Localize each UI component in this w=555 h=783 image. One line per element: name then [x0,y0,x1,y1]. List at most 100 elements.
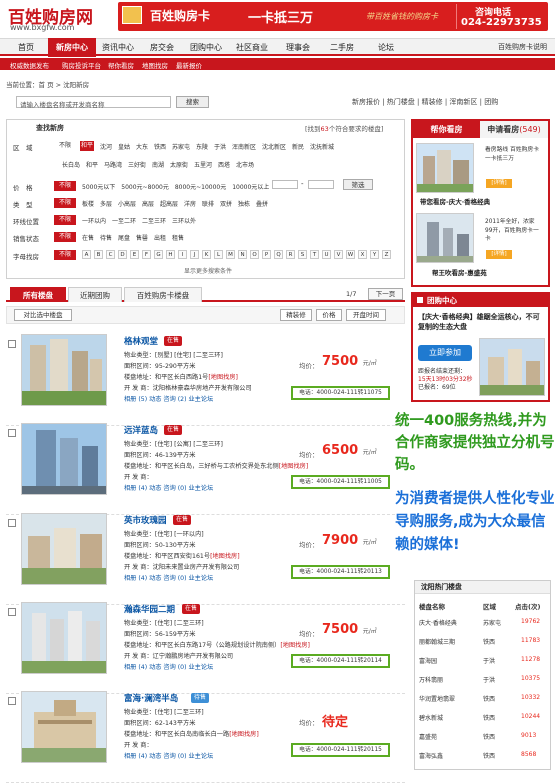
letter-z[interactable]: Z [382,250,391,259]
subnav-complaint[interactable]: 购房投诉平台 [62,60,101,70]
viewing-caption-2[interactable]: 帮王吹看房-惠盛苑 [432,267,487,277]
letter-w[interactable]: W [346,250,355,259]
letter-s[interactable]: S [298,250,307,259]
nav-item-newhouse[interactable]: 新房中心 [48,38,96,57]
listing-checkbox[interactable] [8,697,16,705]
nav-item-groupbuy[interactable]: 团购中心 [190,42,222,53]
search-button[interactable]: 搜索 [176,96,209,108]
nav-item-home[interactable]: 首页 [18,42,34,53]
search-input[interactable]: 请输入楼盘名称或开发商名称 [16,96,171,109]
groupbuy-image[interactable] [479,338,545,396]
letter-q[interactable]: Q [274,250,283,259]
price-max-input[interactable] [308,180,334,189]
tab-groupbuy[interactable]: 近期团购 [68,287,122,302]
sort-open-date[interactable]: 开盘时间 [346,309,386,321]
listing-image[interactable] [21,691,107,763]
next-page-button[interactable]: 下一页 [368,288,403,300]
filter-ring-options[interactable]: 一环以内 一至二环 二至三环 三环以外 [82,216,196,225]
sort-price[interactable]: 价格 [316,309,342,321]
viewing-image-2[interactable] [416,213,474,263]
map-link[interactable]: [地图找房] [229,731,259,738]
letter-m[interactable]: M [226,250,235,259]
map-link[interactable]: [地图找房] [279,463,309,470]
listing-image[interactable] [21,423,107,495]
map-link[interactable]: [地图找房] [210,553,240,560]
letter-x[interactable]: X [358,250,367,259]
hot-row-name[interactable]: 丽都翰城三期 [419,637,455,646]
letter-b[interactable]: B [94,250,103,259]
hot-row[interactable]: 丽都翰城三期 铁西 11783 [415,636,550,647]
listing-links[interactable]: 相册 (4) 动态 咨询 (0) 业主论坛 [124,751,213,760]
nav-item-forum[interactable]: 论坛 [378,42,394,53]
filter-district-selected[interactable]: 和平 [80,141,94,151]
letter-k[interactable]: K [202,250,211,259]
filter-ring-any[interactable]: 不限 [54,215,76,225]
letter-v[interactable]: V [334,250,343,259]
filter-price-options[interactable]: 5000元以下 5000元~8000元 8000元~10000元 10000元以… [82,182,269,191]
letter-i[interactable]: I [178,250,187,259]
nav-item-expo[interactable]: 房交会 [150,42,174,53]
letter-n[interactable]: N [238,250,247,259]
nav-item-resale[interactable]: 二手房 [330,42,354,53]
map-link[interactable]: [地图找房] [208,374,238,381]
letter-a[interactable]: A [82,250,91,259]
letter-t[interactable]: T [310,250,319,259]
listing-checkbox[interactable] [8,608,16,616]
tab-all[interactable]: 所有楼盘 [10,287,66,302]
header-banner[interactable]: 百姓购房卡 一卡抵三万 带百姓省钱的购房卡 咨询电话 024-22973735 [118,2,548,31]
listing-checkbox[interactable] [8,519,16,527]
filter-letter-any[interactable]: 不限 [54,250,76,260]
listing-image[interactable] [21,602,107,674]
subnav-data[interactable]: 权威数据发布 [10,60,49,70]
listing-name[interactable]: 远洋蓝岛 [124,424,158,436]
letter-g[interactable]: G [154,250,163,259]
listing-checkbox[interactable] [8,340,16,348]
hot-row-name[interactable]: 嘉盛苑 [419,732,437,741]
hot-row-name[interactable]: 华润置地翡翠 [419,694,455,703]
listing-image[interactable] [21,513,107,585]
listing-links[interactable]: 相册 (4) 动态 咨询 (0) 业主论坛 [124,483,213,492]
listing-name[interactable]: 格林观堂 [124,335,158,347]
hot-row[interactable]: 富海园 于洪 11278 [415,655,550,666]
card-info-link[interactable]: 百姓购房卡说明 [498,42,547,52]
letter-u[interactable]: U [322,250,331,259]
map-link[interactable]: [地图找房] [280,642,310,649]
letter-y[interactable]: Y [370,250,379,259]
letter-h[interactable]: H [166,250,175,259]
letter-o[interactable]: O [250,250,259,259]
compare-button[interactable]: 对比选中楼盘 [14,309,72,321]
quick-links[interactable]: 新房报价 | 热门楼盘 | 精装修 | 浑南新区 | 团购 [352,97,498,107]
letter-p[interactable]: P [262,250,271,259]
filter-district-options[interactable]: 沈河 皇姑 大东 铁西 苏家屯 东陵 于洪 浑南新区 沈北新区 新民 沈抚新城 [100,142,334,151]
letter-e[interactable]: E [130,250,139,259]
viewing-detail-button-1[interactable]: [详情] [486,179,512,188]
listing-links[interactable]: 相册 (4) 动态 咨询 (0) 业主论坛 [124,573,213,582]
nav-item-news[interactable]: 资讯中心 [102,42,134,53]
listing-checkbox[interactable] [8,429,16,437]
subnav-prices[interactable]: 最新报价 [176,60,202,70]
listing-name[interactable]: 英市玫瑰园 [124,514,167,526]
letter-f[interactable]: F [142,250,151,259]
price-min-input[interactable] [272,180,298,189]
listing-image[interactable] [21,334,107,406]
letter-l[interactable]: L [214,250,223,259]
sort-decoration[interactable]: 精装修 [280,309,312,321]
join-groupbuy-button[interactable]: 立即参加 [418,345,472,361]
price-filter-button[interactable]: 筛选 [343,179,373,190]
listing-links[interactable]: 相册 (4) 动态 咨询 (0) 业主论坛 [124,662,213,671]
listing-name[interactable]: 富海·澜湾半岛 [124,692,178,704]
nav-item-commerce[interactable]: 社区商业 [236,42,268,53]
hot-row[interactable]: 万科翡丽 于洪 10375 [415,674,550,685]
filter-status-options[interactable]: 在售 待售 尾盘 售罄 出租 租售 [82,233,184,242]
filter-price-any[interactable]: 不限 [54,181,76,191]
viewing-caption-1[interactable]: 带您看房-庆大·香格经典 [420,196,490,206]
filter-type-options[interactable]: 板楼 多层 小高层 高层 超高层 洋房 联排 双拼 独栋 叠拼 [82,199,268,208]
filter-type-any[interactable]: 不限 [54,198,76,208]
filter-subdistrict-options[interactable]: 长白岛 和平 马路湾 三好街 南湖 太原街 五里河 西塔 北市场 [62,160,254,169]
filter-district-any[interactable]: 不限 [54,141,76,151]
hot-row-name[interactable]: 万科翡丽 [419,675,443,684]
hot-row-name[interactable]: 富海园 [419,656,437,665]
groupbuy-headline[interactable]: 【庆大·香格经典】雄踞全运核心，不可复制的生态大盘 [418,312,546,332]
subnav-map[interactable]: 地图找房 [142,60,168,70]
letter-j[interactable]: J [190,250,199,259]
